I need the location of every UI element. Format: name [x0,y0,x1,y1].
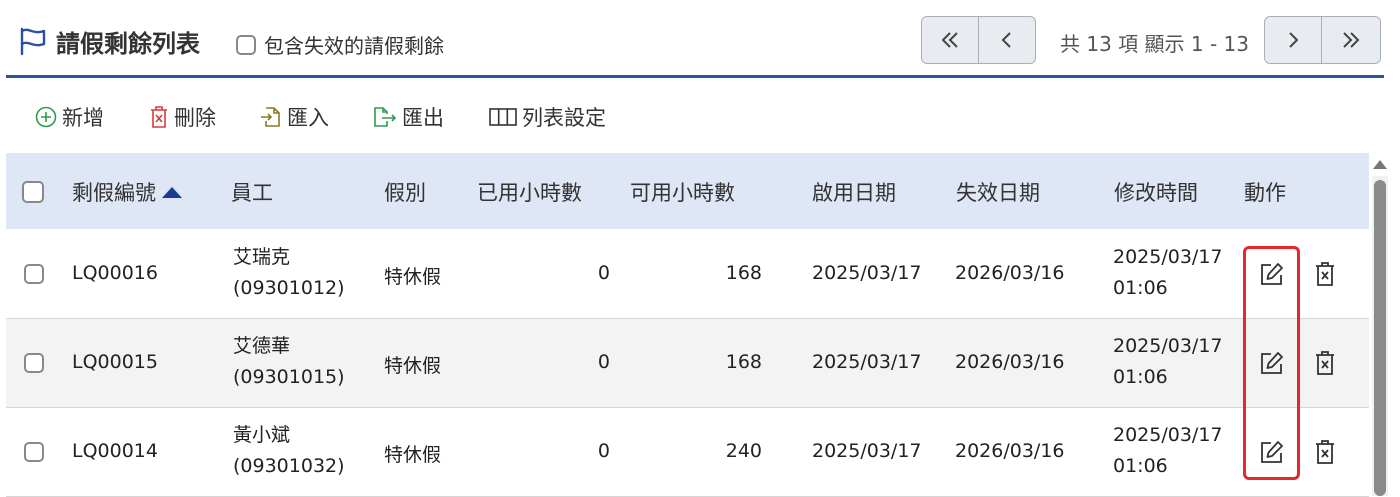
leave-id: LQ00016 [72,262,158,284]
modified-cell: 2025/03/17 01:06 [1113,331,1223,393]
leave-type: 特休假 [384,444,442,466]
next-page-button[interactable] [1264,16,1322,64]
double-chevron-left-icon [941,32,958,48]
table-row[interactable]: LQ00015 艾德華 (09301015) 特休假 0 168 2025/03… [6,319,1369,408]
employee-name: 艾德華 [233,335,291,357]
modified-time: 01:06 [1113,366,1168,388]
used-hours: 0 [597,262,610,284]
table-header: 剩假編號 員工 假別 已用小時數 可用小時數 啟用日期 失效日期 修改時間 動作 [6,153,1369,229]
end-date: 2026/03/16 [955,351,1065,373]
row-checkbox[interactable] [24,353,44,373]
sort-ascending-icon [162,187,182,198]
column-header-id[interactable]: 剩假編號 [72,177,182,207]
scroll-up-icon[interactable] [1373,160,1387,169]
trash-x-icon [151,106,167,128]
trash-x-icon [1316,262,1334,286]
trash-x-icon [1316,440,1334,464]
include-expired-checkbox[interactable] [236,34,256,55]
select-all-checkbox[interactable] [22,181,44,203]
modified-date: 2025/03/17 [1113,424,1223,446]
column-header-end-date[interactable]: 失效日期 [956,177,1040,207]
export-button[interactable]: 匯出 [372,102,444,132]
column-header-used-hours[interactable]: 已用小時數 [477,177,582,207]
page-title: 請假剩餘列表 [56,30,200,58]
employee-number: (09301012) [233,277,345,299]
last-page-button[interactable] [1321,16,1381,64]
column-header-available-hours[interactable]: 可用小時數 [630,177,735,207]
plus-circle-icon [35,106,57,128]
column-header-modified[interactable]: 修改時間 [1114,177,1198,207]
end-date: 2026/03/16 [955,440,1065,462]
column-header-leave-type[interactable]: 假別 [384,177,426,207]
columns-icon [489,108,517,126]
include-expired-toggle[interactable]: 包含失效的請假剩餘 [236,30,444,59]
row-checkbox[interactable] [24,442,44,462]
delete-button[interactable]: 刪除 [148,102,216,132]
used-hours: 0 [597,351,610,373]
chevron-right-icon [1289,32,1299,48]
column-header-employee[interactable]: 員工 [231,177,273,207]
available-hours: 240 [725,440,762,462]
start-date: 2025/03/17 [812,262,922,284]
include-expired-label: 包含失效的請假剩餘 [264,34,444,58]
leave-type: 特休假 [384,266,442,288]
employee-name: 艾瑞克 [233,246,291,268]
header-divider [6,75,1384,78]
delete-row-button[interactable] [1309,347,1341,379]
column-settings-label: 列表設定 [522,106,606,130]
modified-cell: 2025/03/17 01:06 [1113,242,1223,304]
end-date: 2026/03/16 [955,262,1065,284]
column-header-start-date[interactable]: 啟用日期 [812,177,896,207]
table-row[interactable]: LQ00014 黃小斌 (09301032) 特休假 0 240 2025/03… [6,408,1369,497]
employee-name: 黃小斌 [233,424,291,446]
page-header: 請假剩餘列表 包含失效的請假剩餘 共 13 項 顯示 1 - 13 [0,0,1400,78]
export-label: 匯出 [402,106,444,130]
delete-row-button[interactable] [1309,436,1341,468]
row-checkbox[interactable] [24,264,44,284]
pager-info: 共 13 項 顯示 1 - 13 [1060,32,1249,56]
available-hours: 168 [725,351,762,373]
modified-date: 2025/03/17 [1113,246,1223,268]
employee-cell: 艾瑞克 (09301012) [233,242,345,304]
column-header-actions: 動作 [1244,181,1286,205]
chevron-left-icon [1001,32,1011,48]
first-page-button[interactable] [921,16,979,64]
modified-time: 01:06 [1113,277,1168,299]
employee-cell: 艾德華 (09301015) [233,331,345,393]
delete-row-button[interactable] [1309,258,1341,290]
prev-page-button[interactable] [978,16,1036,64]
trash-x-icon [1316,351,1334,375]
modified-date: 2025/03/17 [1113,335,1223,357]
flag-icon [20,27,46,56]
leave-type: 特休假 [384,355,442,377]
import-button[interactable]: 匯入 [259,102,329,132]
file-export-icon [374,107,397,127]
available-hours: 168 [725,262,762,284]
start-date: 2025/03/17 [812,351,922,373]
leave-id: LQ00014 [72,440,158,462]
employee-number: (09301015) [233,366,345,388]
used-hours: 0 [597,440,610,462]
column-settings-button[interactable]: 列表設定 [488,102,606,132]
import-label: 匯入 [287,106,329,130]
leave-id: LQ00015 [72,351,158,373]
add-button[interactable]: 新增 [34,102,104,132]
file-import-icon [261,107,280,127]
edit-column-highlight [1243,246,1300,480]
modified-cell: 2025/03/17 01:06 [1113,420,1223,482]
toolbar: 新增 刪除 匯入 匯出 列表設定 [0,80,1400,152]
start-date: 2025/03/17 [812,440,922,462]
delete-label: 刪除 [174,106,216,130]
scrollbar-thumb[interactable] [1374,180,1386,496]
modified-time: 01:06 [1113,455,1168,477]
employee-number: (09301032) [233,455,345,477]
table-row[interactable]: LQ00016 艾瑞克 (09301012) 特休假 0 168 2025/03… [6,230,1369,319]
double-chevron-right-icon [1343,32,1360,48]
add-label: 新增 [62,106,104,130]
employee-cell: 黃小斌 (09301032) [233,420,345,482]
